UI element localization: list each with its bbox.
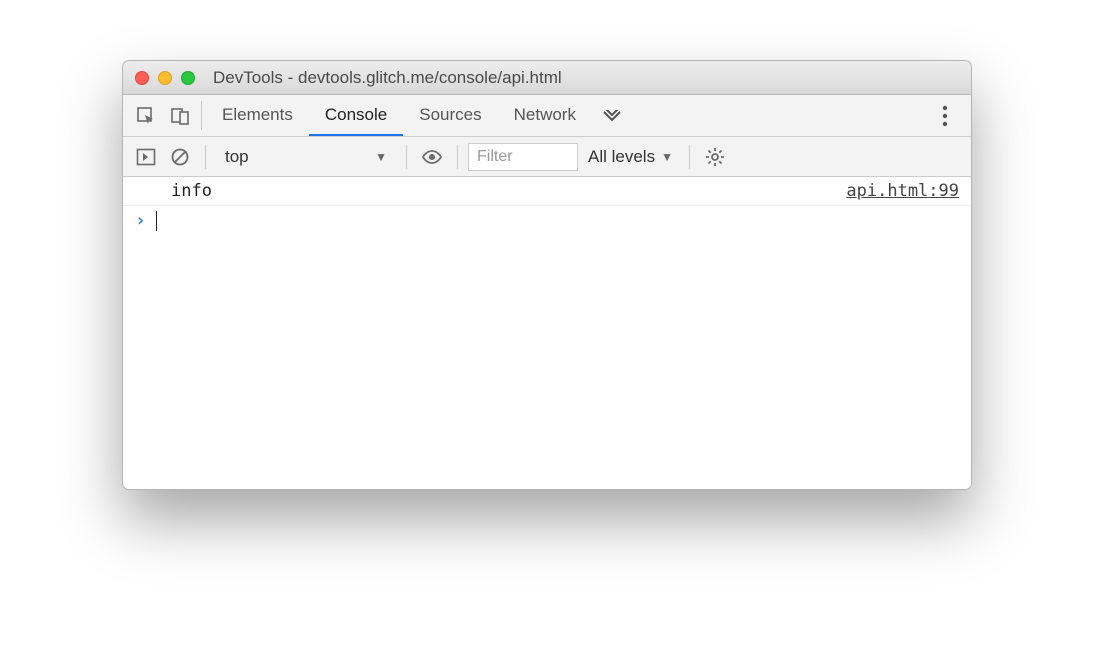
- close-window-button[interactable]: [135, 71, 149, 85]
- devtools-tabs: Elements Console Sources Network: [206, 95, 592, 136]
- divider: [205, 145, 206, 169]
- text-cursor: [156, 211, 157, 231]
- devtools-tabbar: Elements Console Sources Network: [123, 95, 971, 137]
- divider: [457, 145, 458, 169]
- maximize-window-button[interactable]: [181, 71, 195, 85]
- window-title: DevTools - devtools.glitch.me/console/ap…: [213, 68, 562, 88]
- chevron-right-icon: ›: [135, 210, 146, 231]
- minimize-window-button[interactable]: [158, 71, 172, 85]
- tab-elements[interactable]: Elements: [206, 95, 309, 136]
- console-prompt[interactable]: ›: [123, 206, 971, 235]
- device-toolbar-icon[interactable]: [163, 95, 197, 137]
- clear-console-icon[interactable]: [165, 142, 195, 172]
- tab-network[interactable]: Network: [498, 95, 592, 136]
- tab-sources[interactable]: Sources: [403, 95, 497, 136]
- console-log-row: info api.html:99: [123, 177, 971, 206]
- caret-down-icon: ▼: [375, 150, 387, 164]
- console-log-source-link[interactable]: api.html:99: [846, 181, 959, 201]
- filter-input[interactable]: [468, 143, 578, 171]
- log-levels-selector[interactable]: All levels ▼: [582, 147, 679, 167]
- console-settings-icon[interactable]: [700, 142, 730, 172]
- divider: [201, 101, 202, 130]
- caret-down-icon: ▼: [661, 150, 673, 164]
- context-value: top: [225, 147, 249, 167]
- console-output: info api.html:99 ›: [123, 177, 971, 489]
- divider: [406, 145, 407, 169]
- log-levels-label: All levels: [588, 147, 655, 167]
- titlebar: DevTools - devtools.glitch.me/console/ap…: [123, 61, 971, 95]
- console-toolbar: top ▼ All levels ▼: [123, 137, 971, 177]
- tab-console[interactable]: Console: [309, 95, 403, 136]
- context-selector[interactable]: top ▼: [216, 144, 396, 170]
- kebab-menu-icon[interactable]: [925, 95, 965, 136]
- toggle-sidebar-icon[interactable]: [131, 142, 161, 172]
- divider: [689, 145, 690, 169]
- console-log-message: info: [171, 181, 212, 201]
- live-expression-icon[interactable]: [417, 142, 447, 172]
- more-tabs-button[interactable]: [592, 95, 632, 136]
- traffic-lights: [135, 71, 195, 85]
- devtools-window: DevTools - devtools.glitch.me/console/ap…: [122, 60, 972, 490]
- inspect-element-icon[interactable]: [129, 95, 163, 137]
